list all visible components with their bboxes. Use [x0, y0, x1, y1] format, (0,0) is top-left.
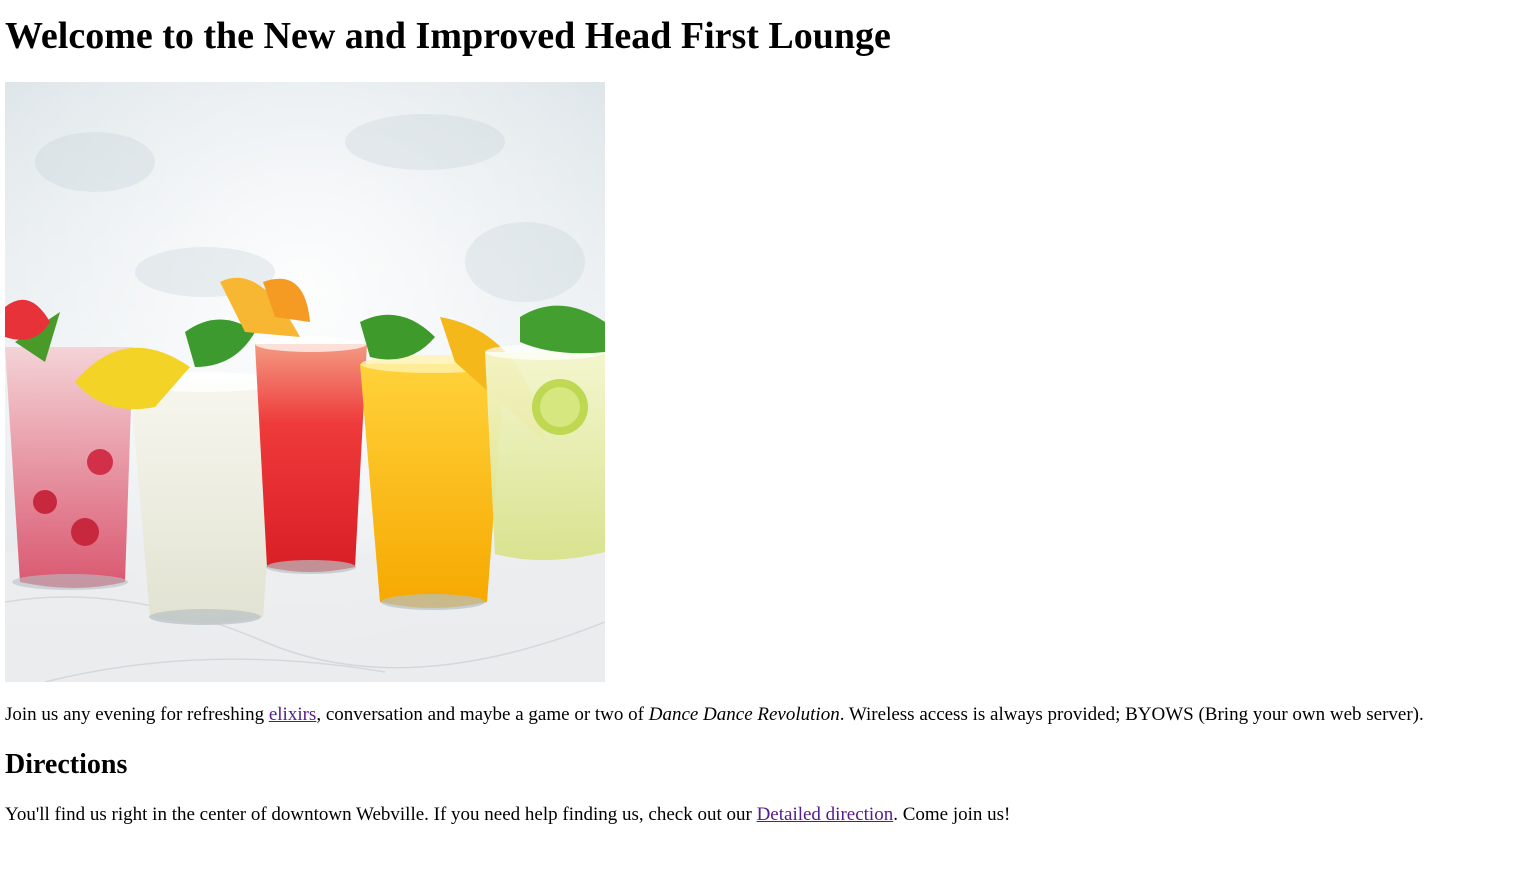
detailed-directions-link[interactable]: Detailed direction — [757, 804, 894, 825]
intro-text-middle: , conversation and maybe a game or two o… — [316, 703, 649, 725]
game-title-emphasis: Dance Dance Revolution — [648, 703, 840, 725]
drinks-photo — [5, 81, 605, 682]
intro-paragraph: Join us any evening for refreshing elixi… — [5, 704, 1523, 726]
directions-text-end: . Come join us! — [893, 804, 1011, 826]
intro-text-start: Join us any evening for refreshing — [5, 703, 269, 725]
elixirs-link[interactable]: elixirs — [269, 704, 317, 725]
intro-text-end: . Wireless access is always provided; BY… — [839, 703, 1424, 725]
directions-text-start: You'll find us right in the center of do… — [5, 804, 757, 826]
directions-paragraph: You'll find us right in the center of do… — [5, 804, 1523, 826]
directions-heading: Directions — [5, 748, 128, 780]
page-title: Welcome to the New and Improved Head Fir… — [5, 15, 891, 57]
